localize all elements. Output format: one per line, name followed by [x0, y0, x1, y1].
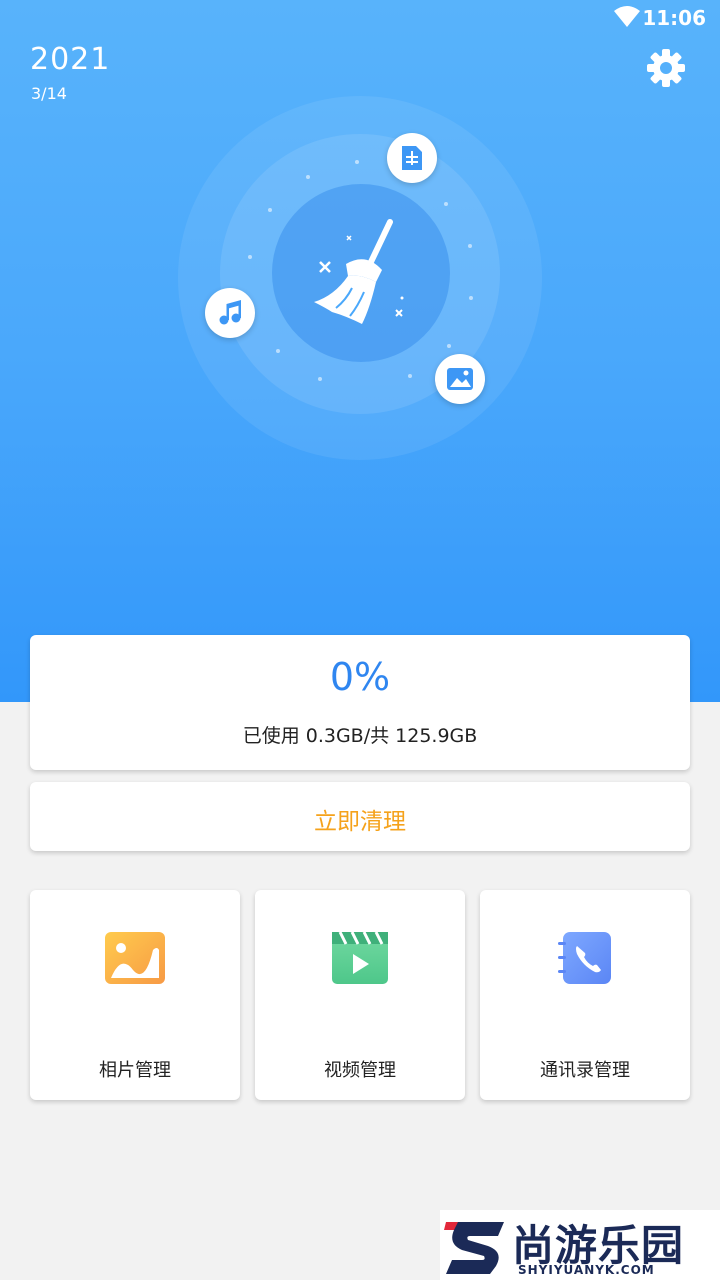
status-bar: 11:06: [0, 0, 720, 36]
watermark: 尚游乐园 SHYIYUANYK.COM: [440, 1210, 720, 1280]
photo-manager-tile[interactable]: 相片管理: [30, 890, 240, 1100]
contacts-manager-tile[interactable]: 通讯录管理: [480, 890, 690, 1100]
sparkle-dot: [306, 175, 310, 179]
sparkle-dot: [444, 202, 448, 206]
watermark-url: SHYIYUANYK.COM: [518, 1263, 655, 1277]
broom-icon: [314, 219, 404, 324]
photo-icon: [105, 932, 165, 984]
music-note-icon: [219, 300, 241, 325]
year-label: 2021: [30, 42, 111, 77]
clean-now-button[interactable]: 立即清理: [30, 782, 690, 851]
sparkle-dot: [268, 208, 272, 212]
sparkle-dot: [469, 296, 473, 300]
sparkle-dot: [276, 349, 280, 353]
usage-detail: 已使用 0.3GB/共 125.9GB: [242, 725, 478, 747]
music-bubble: [205, 288, 255, 338]
image-bubble: [435, 354, 485, 404]
status-time: 11:06: [642, 6, 706, 30]
video-manager-label: 视频管理: [324, 1060, 396, 1081]
contacts-icon: [558, 932, 611, 984]
settings-gear-icon[interactable]: [646, 48, 686, 88]
contacts-manager-label: 通讯录管理: [540, 1060, 630, 1081]
document-bubble: [387, 133, 437, 183]
hero-background: 11:06 2021 3/14: [0, 0, 720, 702]
date-label: 3/14: [31, 84, 67, 103]
document-icon: [402, 146, 422, 170]
sparkle-dot: [318, 377, 322, 381]
sparkle-dot: [408, 374, 412, 378]
photo-manager-label: 相片管理: [99, 1060, 171, 1081]
sparkle-dot: [248, 255, 252, 259]
storage-usage-card: 0% 已使用 0.3GB/共 125.9GB: [30, 635, 690, 770]
image-icon: [447, 368, 473, 390]
usage-percent: 0%: [329, 655, 391, 699]
clean-now-label: 立即清理: [314, 809, 406, 835]
watermark-logo-icon: [444, 1222, 504, 1274]
sparkle-dot: [468, 244, 472, 248]
video-manager-tile[interactable]: 视频管理: [255, 890, 465, 1100]
sparkle-dot: [355, 160, 359, 164]
sparkle-dot: [447, 344, 451, 348]
wifi-icon: [614, 6, 640, 27]
video-icon: [332, 931, 388, 984]
